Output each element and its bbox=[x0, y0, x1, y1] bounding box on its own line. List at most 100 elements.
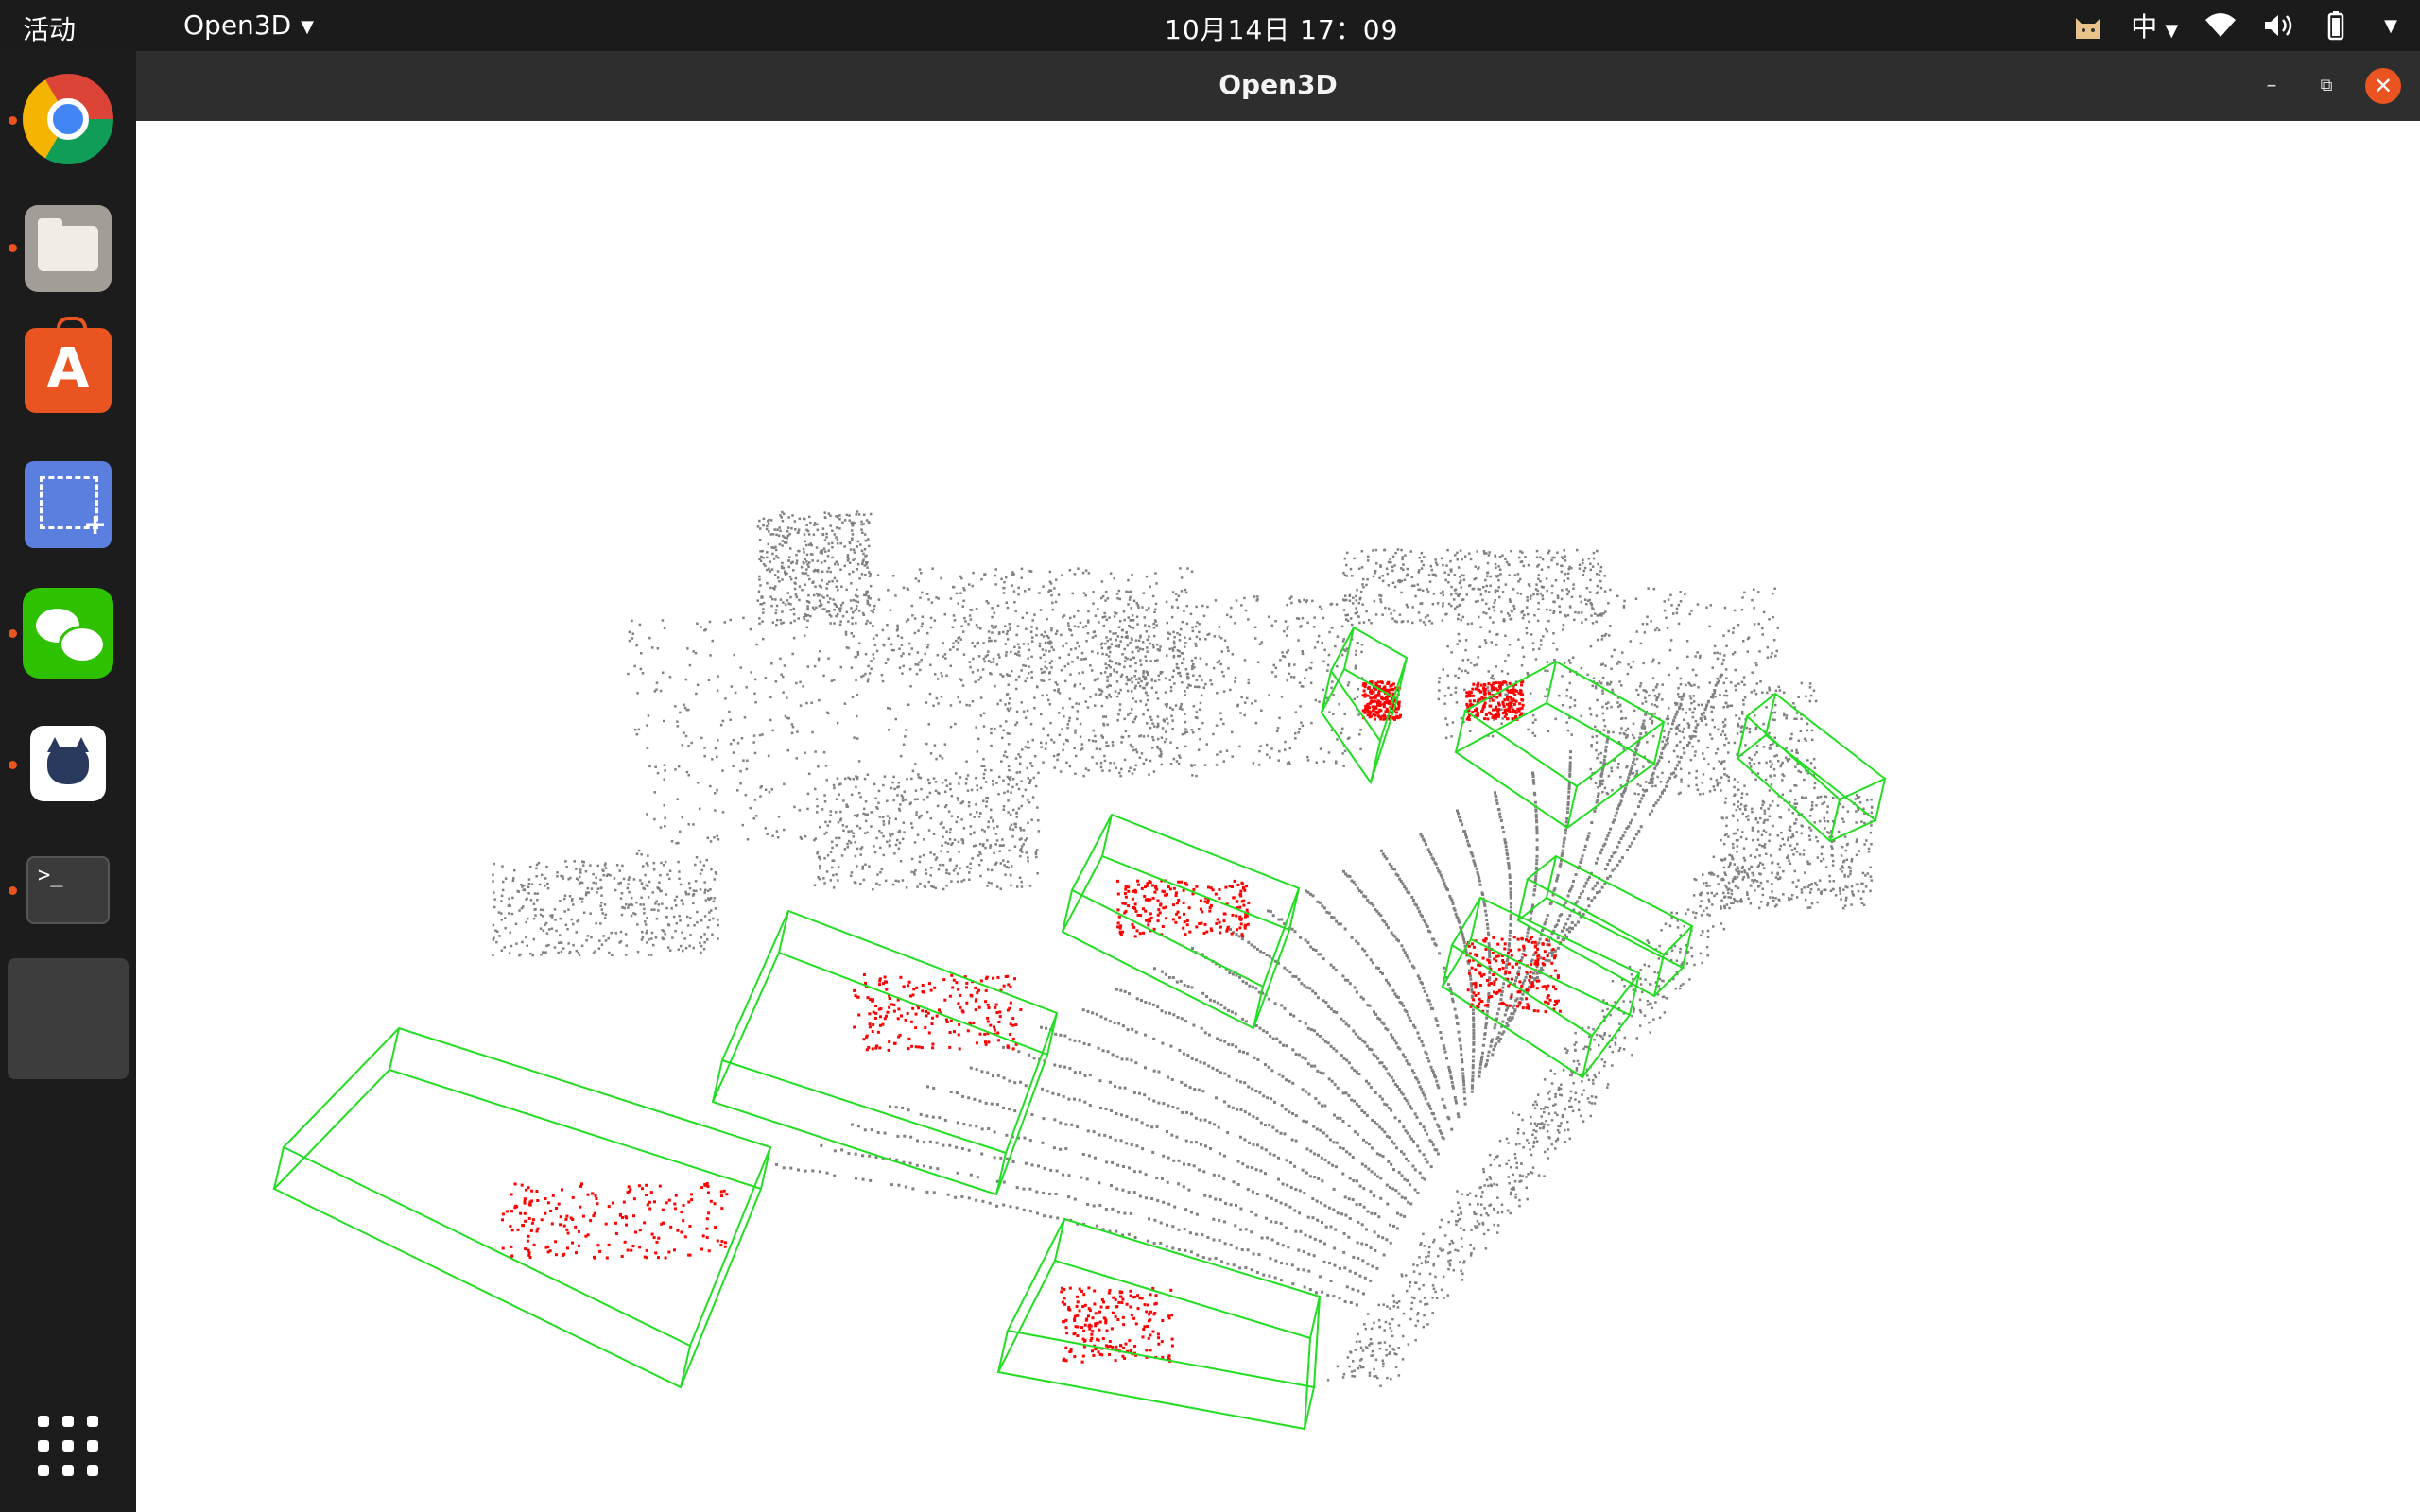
ground-point bbox=[1424, 1128, 1427, 1132]
ground-point bbox=[1027, 777, 1029, 780]
ground-point bbox=[1466, 839, 1469, 843]
ground-point bbox=[1047, 590, 1050, 593]
ground-point bbox=[1552, 610, 1556, 613]
ground-point bbox=[1270, 747, 1273, 750]
ground-point bbox=[717, 923, 719, 927]
ground-point bbox=[666, 873, 669, 876]
ground-point bbox=[1235, 1203, 1237, 1207]
ground-point bbox=[1286, 603, 1288, 607]
ground-point bbox=[1084, 569, 1088, 572]
volume-icon[interactable] bbox=[2263, 12, 2295, 39]
ground-point bbox=[1324, 1225, 1328, 1228]
system-menu-caret-icon[interactable]: ▼ bbox=[2384, 16, 2397, 36]
maximize-button[interactable]: ⧉ bbox=[2308, 68, 2344, 104]
ground-point bbox=[1008, 849, 1011, 852]
ground-point bbox=[1418, 1287, 1421, 1291]
ground-point bbox=[1103, 611, 1106, 615]
ground-point bbox=[736, 742, 740, 745]
input-method-menu[interactable]: 中 ▼ bbox=[2131, 7, 2178, 44]
ground-point bbox=[1150, 715, 1152, 719]
ground-point bbox=[1010, 884, 1012, 887]
wifi-icon[interactable] bbox=[2204, 12, 2237, 39]
ground-point bbox=[1412, 1263, 1415, 1266]
ground-point bbox=[978, 1099, 982, 1103]
ground-point bbox=[681, 744, 684, 747]
ground-point bbox=[1360, 1357, 1363, 1361]
ground-point bbox=[1040, 1025, 1043, 1029]
ground-point bbox=[856, 737, 859, 740]
ground-point bbox=[992, 627, 994, 629]
ground-point bbox=[1536, 976, 1539, 979]
ground-point bbox=[755, 643, 758, 646]
ground-point bbox=[1378, 1325, 1382, 1329]
ground-point bbox=[627, 883, 630, 885]
ground-point bbox=[1518, 1198, 1521, 1202]
ground-point bbox=[1434, 1017, 1438, 1021]
ground-point bbox=[1357, 1289, 1360, 1293]
ground-point bbox=[892, 775, 895, 779]
ground-point bbox=[1576, 1059, 1580, 1063]
ground-point bbox=[500, 894, 504, 898]
ground-point bbox=[1599, 1034, 1601, 1037]
activities-button[interactable]: 活动 bbox=[23, 9, 76, 47]
ground-point bbox=[1250, 1210, 1253, 1213]
ground-point bbox=[1113, 762, 1115, 765]
ground-point bbox=[754, 701, 757, 704]
screenshot-icon[interactable]: + bbox=[25, 461, 112, 548]
ground-point bbox=[655, 681, 659, 684]
clock[interactable]: 10月14日 17：09 bbox=[1165, 9, 1398, 47]
ground-point bbox=[945, 804, 948, 807]
ground-point bbox=[1187, 1188, 1191, 1192]
ground-point bbox=[1563, 579, 1565, 582]
ground-point bbox=[1591, 622, 1595, 625]
wechat-icon[interactable] bbox=[23, 588, 113, 679]
ground-point bbox=[677, 765, 681, 768]
ground-point bbox=[1653, 971, 1656, 974]
ground-point bbox=[1332, 1141, 1336, 1144]
software-store-icon[interactable]: A bbox=[25, 317, 112, 413]
ground-point bbox=[943, 1118, 947, 1122]
ground-point bbox=[1202, 1170, 1206, 1174]
app-menu[interactable]: Open3D ▼ bbox=[183, 9, 314, 41]
ground-point bbox=[1512, 1111, 1514, 1115]
ground-point bbox=[1266, 1236, 1270, 1240]
window-titlebar[interactable]: Open3D – ⧉ ✕ bbox=[136, 51, 2420, 121]
ground-point bbox=[656, 771, 660, 775]
ground-point bbox=[1634, 812, 1637, 816]
ground-point bbox=[1167, 1156, 1170, 1160]
chrome-icon[interactable] bbox=[23, 74, 113, 164]
ground-point bbox=[1247, 1085, 1251, 1089]
app-grid-icon[interactable] bbox=[38, 1416, 98, 1476]
ground-point bbox=[493, 891, 495, 894]
ground-point bbox=[934, 858, 938, 861]
ground-point bbox=[1143, 616, 1146, 619]
ground-point bbox=[890, 1183, 893, 1187]
ground-point bbox=[1291, 1282, 1295, 1286]
ground-point bbox=[1375, 1152, 1379, 1156]
ground-point bbox=[1471, 1071, 1475, 1074]
close-button[interactable]: ✕ bbox=[2365, 68, 2401, 104]
ground-point bbox=[1033, 707, 1036, 710]
minimize-button[interactable]: – bbox=[2254, 68, 2290, 104]
ground-point bbox=[1392, 1168, 1395, 1172]
ground-point bbox=[1423, 1245, 1426, 1247]
ground-point bbox=[1608, 858, 1612, 862]
open3d-viewport[interactable] bbox=[136, 121, 2420, 1512]
ground-point bbox=[921, 622, 924, 625]
open3d-window-icon[interactable] bbox=[8, 958, 129, 1079]
ground-point bbox=[1313, 1237, 1317, 1241]
ground-point bbox=[1008, 777, 1011, 780]
battery-icon[interactable] bbox=[2322, 10, 2350, 41]
cat-icon[interactable] bbox=[30, 726, 106, 801]
ground-point bbox=[1042, 635, 1046, 638]
ground-point bbox=[1424, 843, 1427, 846]
ground-point bbox=[1468, 1203, 1472, 1206]
terminal-icon[interactable]: >_ bbox=[26, 856, 110, 924]
point-cloud-scene[interactable] bbox=[136, 121, 2420, 1512]
ground-point bbox=[620, 892, 624, 895]
ground-point bbox=[935, 1141, 939, 1144]
files-icon[interactable] bbox=[25, 205, 112, 292]
ground-point bbox=[1223, 1006, 1227, 1010]
ground-point bbox=[721, 719, 725, 723]
cat-tray-icon[interactable] bbox=[2072, 10, 2104, 41]
